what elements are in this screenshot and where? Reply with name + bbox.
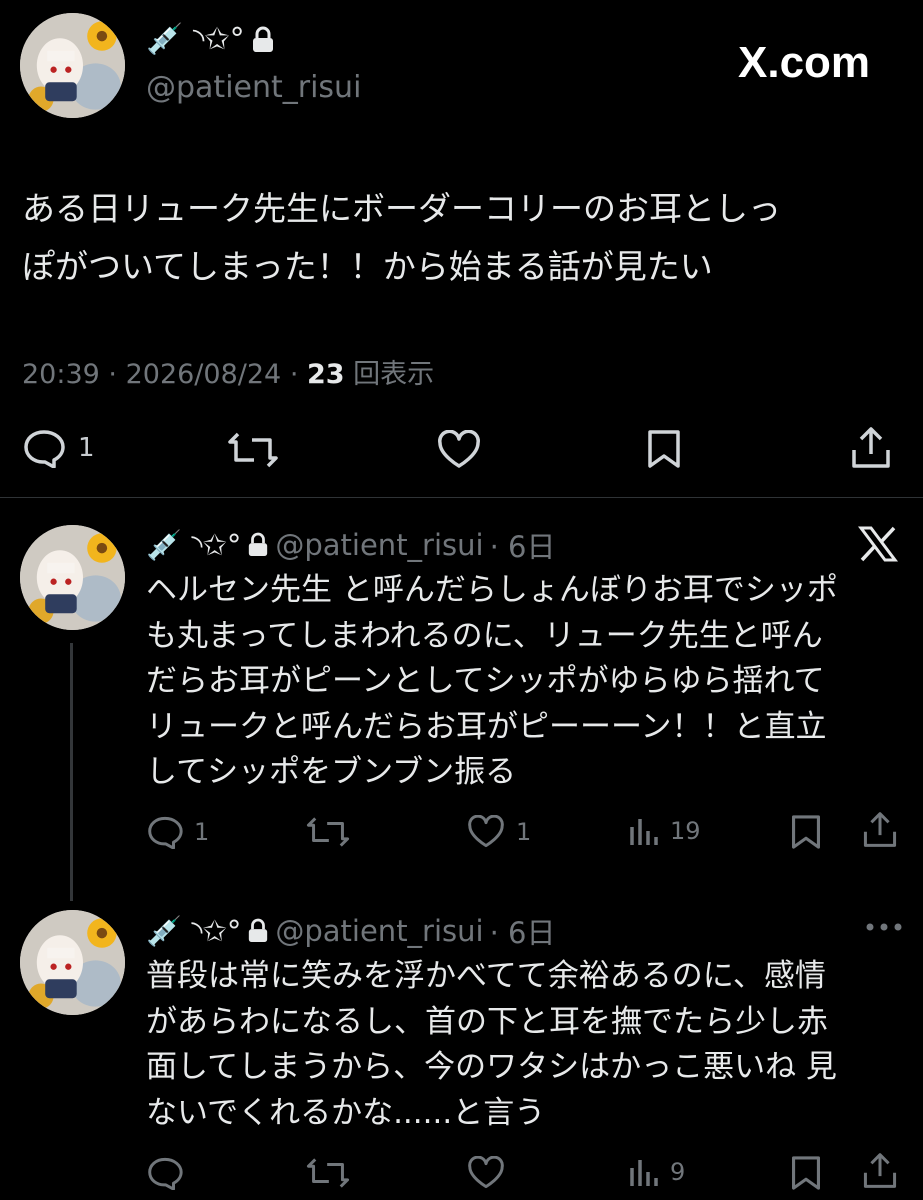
meta-separator: ·	[289, 359, 299, 390]
heart-icon	[466, 1156, 506, 1190]
x-com-watermark: X.com	[738, 38, 871, 87]
reply-count: 1	[194, 818, 210, 846]
like-button[interactable]	[436, 430, 482, 470]
reply-text-line: があらわになるし、首の下と耳を撫でたら少し赤	[146, 1003, 828, 1040]
reply-text: 普段は常に笑みを浮かべてて余裕あるのに、感情 があらわになるし、首の下と耳を撫で…	[146, 954, 837, 1136]
lock-icon	[247, 532, 269, 558]
share-icon	[862, 1152, 898, 1190]
post-text: ある日リューク先生にボーダーコリーのお耳としっ ぽがついてしまった！！から始まる…	[22, 180, 781, 296]
avatar[interactable]	[20, 13, 125, 118]
repost-button[interactable]	[306, 815, 350, 849]
post-age: · 6日	[489, 530, 556, 564]
reply-text-line: 普段は常に笑みを浮かべてて余裕あるのに、感情	[146, 958, 826, 994]
display-name: 💉 ◝✩°	[146, 527, 242, 562]
views-icon	[628, 1156, 660, 1188]
repost-button[interactable]	[228, 430, 278, 470]
post-meta: 20:39 · 2026/08/24 · 23 回表示	[22, 352, 434, 391]
heart-icon	[436, 430, 482, 470]
reply-text-line: も丸まってしまわれるのに、リューク先生と呼ん	[146, 617, 823, 654]
heart-icon	[466, 815, 506, 849]
share-button[interactable]	[862, 811, 898, 849]
reply-icon	[146, 815, 184, 849]
bookmark-icon	[790, 813, 822, 851]
avatar[interactable]	[20, 525, 125, 630]
repost-button[interactable]	[306, 1156, 350, 1190]
lock-icon	[251, 26, 275, 54]
display-name: 💉 ◝✩°	[146, 22, 245, 57]
reply-text-line: リュークと呼んだらお耳がピーーーン！！と直立	[146, 708, 827, 745]
avatar[interactable]	[20, 910, 125, 1015]
bookmark-button[interactable]	[790, 1154, 822, 1192]
reply-icon	[146, 1156, 184, 1190]
reply-button[interactable]	[146, 1156, 184, 1190]
views-label: 回表示	[353, 359, 435, 390]
like-button[interactable]: 1	[466, 815, 531, 849]
post-date: 2026/08/24	[125, 359, 282, 390]
x-logo-icon	[858, 526, 898, 566]
bookmark-icon	[646, 428, 682, 470]
repost-icon	[306, 815, 350, 849]
bookmark-button[interactable]	[646, 428, 682, 470]
display-name-row: 💉 ◝✩° @patient_risui · 6日	[146, 910, 555, 952]
reply-button[interactable]: 1	[146, 815, 209, 849]
reply-text: ヘルセン先生 と呼んだらしょんぼりお耳でシッポ も丸まってしまわれるのに、リュー…	[146, 568, 838, 796]
reply-count: 1	[78, 433, 95, 463]
reply-text-line: 面してしまうから、今のワタシはかっこ悪いね 見	[146, 1049, 837, 1085]
handle[interactable]: @patient_risui	[275, 528, 483, 562]
divider	[0, 497, 923, 498]
reply-icon	[22, 428, 66, 468]
repost-icon	[306, 1156, 350, 1190]
like-button[interactable]	[466, 1156, 506, 1190]
reply-text-line: だらお耳がピーンとしてシッポがゆらゆら揺れて	[146, 663, 825, 699]
bookmark-button[interactable]	[790, 813, 822, 851]
post-text-line: ある日リューク先生にボーダーコリーのお耳としっ	[22, 189, 781, 228]
share-button[interactable]	[862, 1152, 898, 1190]
share-icon	[850, 426, 892, 470]
lock-icon	[247, 918, 269, 944]
views-count: 23	[307, 359, 345, 390]
repost-icon	[228, 430, 278, 470]
reply-text-line: ないでくれるかな......と言う	[146, 1094, 546, 1131]
post-age: · 6日	[489, 916, 556, 950]
reply-button[interactable]: 1	[22, 428, 95, 468]
handle[interactable]: @patient_risui	[146, 70, 361, 105]
display-name: 💉 ◝✩°	[146, 913, 242, 948]
like-count: 1	[516, 818, 532, 846]
handle[interactable]: @patient_risui	[275, 914, 483, 948]
view-count: 19	[670, 817, 701, 845]
post-text-line: ぽがついてしまった！！から始まる話が見たい	[22, 247, 713, 286]
reply-text-line: ヘルセン先生 と呼んだらしょんぼりお耳でシッポ	[146, 572, 838, 608]
views-button[interactable]: 19	[628, 815, 701, 847]
view-count: 9	[670, 1158, 686, 1186]
bookmark-icon	[790, 1154, 822, 1192]
share-button[interactable]	[850, 426, 892, 470]
display-name-row: 💉 ◝✩°	[146, 22, 275, 57]
thread-line	[70, 643, 73, 901]
display-name-row: 💉 ◝✩° @patient_risui · 6日	[146, 524, 555, 566]
share-icon	[862, 811, 898, 849]
more-icon[interactable]	[864, 918, 904, 937]
post-time: 20:39	[22, 359, 100, 390]
views-icon	[628, 815, 660, 847]
meta-separator: ·	[108, 359, 117, 390]
views-button[interactable]: 9	[628, 1156, 685, 1188]
reply-text-line: してシッポをブンブン振る	[146, 754, 517, 790]
